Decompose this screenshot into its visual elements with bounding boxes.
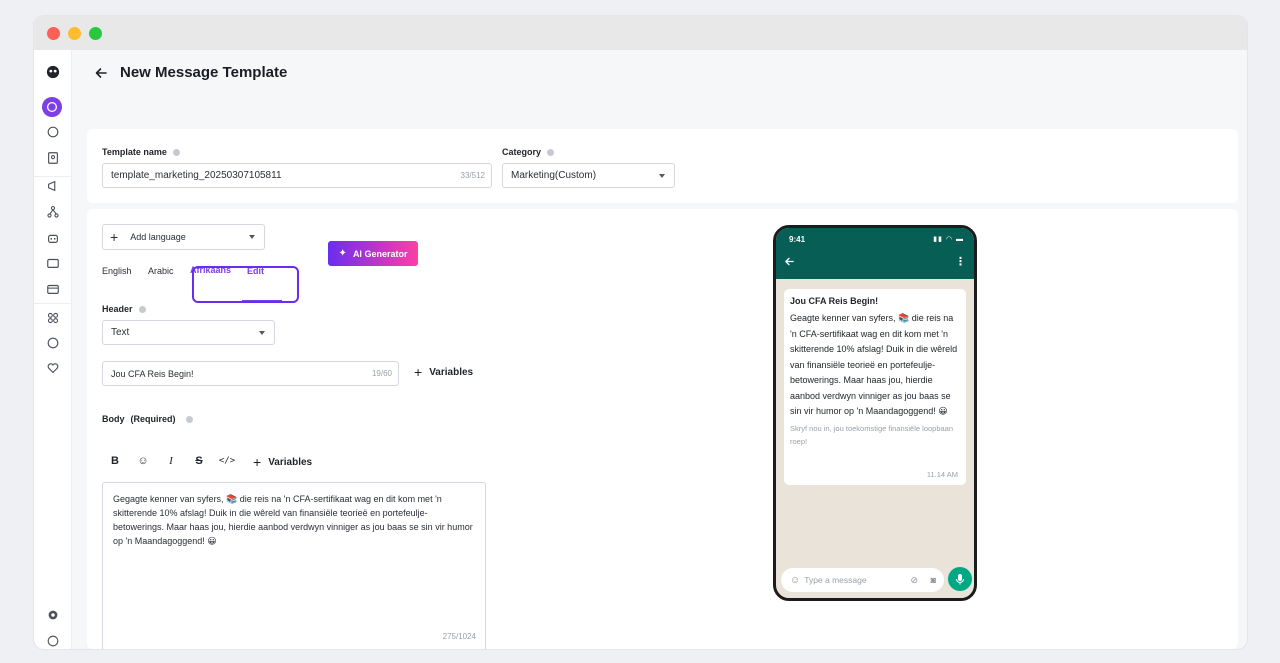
header-label: Header bbox=[102, 304, 146, 314]
category-label: Category bbox=[502, 147, 555, 157]
italic-icon[interactable]: I bbox=[164, 454, 178, 468]
close-window-button[interactable] bbox=[47, 27, 60, 40]
template-name-label: Template name bbox=[102, 147, 180, 157]
header-variables-button[interactable]: + Variables bbox=[414, 364, 473, 380]
chevron-down-icon bbox=[659, 173, 665, 178]
tab-english[interactable]: English bbox=[102, 266, 132, 276]
body-text: Gegagte kenner van syfers, 📚 die reis na… bbox=[113, 494, 473, 546]
chat-icon[interactable] bbox=[41, 120, 65, 144]
composer-placeholder: Type a message bbox=[804, 575, 867, 585]
wallet-icon[interactable] bbox=[41, 277, 65, 301]
body-required-label: (Required) bbox=[130, 414, 176, 424]
logo-icon[interactable] bbox=[41, 60, 65, 84]
message-composer: ☺ Type a message ⊘ ◙ bbox=[781, 568, 944, 592]
megaphone-icon[interactable] bbox=[41, 174, 65, 198]
tab-highlight-box bbox=[192, 266, 299, 303]
header-type-select[interactable]: Text bbox=[102, 320, 275, 345]
whatsapp-preview-phone: 9:41 ▮▮ ◠ ▬ ⋮ Jou CFA Reis Begin! Geagte… bbox=[773, 225, 977, 601]
flow-icon[interactable] bbox=[41, 200, 65, 224]
back-arrow-icon bbox=[785, 257, 794, 266]
message-title: Jou CFA Reis Begin! bbox=[790, 296, 879, 306]
add-language-select[interactable]: + Add language bbox=[102, 224, 265, 250]
chevron-down-icon bbox=[259, 330, 265, 335]
contacts-icon[interactable] bbox=[41, 146, 65, 170]
attachment-icon: ⊘ bbox=[910, 574, 918, 585]
plus-icon: + bbox=[414, 364, 423, 380]
plus-icon: + bbox=[110, 229, 119, 245]
template-name-counter: 33/512 bbox=[460, 171, 485, 180]
strikethrough-icon[interactable]: S bbox=[192, 454, 206, 468]
sidebar-divider bbox=[34, 303, 72, 304]
page-title: New Message Template bbox=[120, 64, 288, 81]
maximize-window-button[interactable] bbox=[89, 27, 102, 40]
heart-icon[interactable] bbox=[41, 356, 65, 380]
app-window: New Message Template Template name templ… bbox=[34, 16, 1247, 649]
ai-generator-button[interactable]: ✦ AI Generator bbox=[328, 241, 418, 266]
bold-icon[interactable]: B bbox=[108, 454, 122, 468]
plus-icon: + bbox=[253, 454, 262, 470]
template-meta-card: Template name template_marketing_2025030… bbox=[87, 129, 1238, 203]
header-variables-label: Variables bbox=[429, 366, 474, 378]
sparkle-icon: ✦ bbox=[338, 248, 347, 259]
tab-arabic[interactable]: Arabic bbox=[148, 266, 174, 276]
message-body: Geagte kenner van syfers, 📚 die reis na … bbox=[790, 313, 958, 416]
emoji-icon: ☺ bbox=[790, 574, 801, 586]
api-icon[interactable] bbox=[41, 331, 65, 355]
body-variables-button[interactable]: + Variables bbox=[253, 454, 312, 470]
minimize-window-button[interactable] bbox=[68, 27, 81, 40]
bot-icon[interactable] bbox=[41, 226, 65, 250]
body-label: Body (Required) bbox=[102, 414, 193, 424]
window-titlebar bbox=[34, 16, 1247, 50]
help-icon[interactable] bbox=[185, 415, 193, 423]
more-vertical-icon: ⋮ bbox=[955, 256, 966, 268]
apps-icon[interactable] bbox=[41, 306, 65, 330]
header-text-counter: 19/60 bbox=[371, 369, 392, 378]
message-bubble: Jou CFA Reis Begin! Geagte kenner van sy… bbox=[784, 289, 966, 485]
ai-generator-label: AI Generator bbox=[352, 248, 408, 259]
whatsapp-icon[interactable] bbox=[42, 97, 62, 117]
camera-icon: ◙ bbox=[930, 575, 936, 585]
template-editor-card: + Add language ✦ AI Generator English Ar… bbox=[87, 209, 1238, 649]
body-textarea[interactable]: Gegagte kenner van syfers, 📚 die reis na… bbox=[102, 482, 486, 649]
message-footer: Skryf nou in, jou toekomstige finansiële… bbox=[790, 423, 954, 447]
emoji-icon[interactable]: ☺ bbox=[136, 454, 150, 468]
add-language-label: Add language bbox=[130, 232, 186, 242]
phone-clock: 9:41 bbox=[789, 235, 806, 244]
ads-icon[interactable] bbox=[41, 251, 65, 275]
code-icon[interactable]: </> bbox=[219, 454, 235, 468]
header-text-input[interactable]: Jou CFA Reis Begin! 19/60 bbox=[102, 361, 399, 386]
whatsapp-header: 9:41 ▮▮ ◠ ▬ ⋮ bbox=[776, 228, 974, 279]
page-header: New Message Template bbox=[94, 64, 287, 81]
help-icon[interactable] bbox=[547, 148, 555, 156]
chevron-down-icon bbox=[249, 235, 255, 239]
settings-icon[interactable] bbox=[41, 603, 65, 627]
message-timestamp: 11.14 AM bbox=[926, 470, 958, 479]
back-arrow-icon[interactable] bbox=[94, 66, 108, 80]
template-name-input[interactable]: template_marketing_20250307105811 33/512 bbox=[102, 163, 492, 188]
user-avatar-icon[interactable] bbox=[41, 629, 65, 649]
body-variables-label: Variables bbox=[268, 456, 313, 468]
microphone-icon bbox=[948, 567, 972, 591]
header-type-value: Text bbox=[111, 327, 130, 338]
template-name-value: template_marketing_20250307105811 bbox=[111, 170, 282, 181]
category-value: Marketing(Custom) bbox=[511, 170, 597, 181]
header-text-value: Jou CFA Reis Begin! bbox=[111, 368, 194, 379]
body-counter: 275/1024 bbox=[442, 632, 476, 641]
sidebar bbox=[34, 50, 72, 649]
help-icon[interactable] bbox=[138, 305, 146, 313]
signal-battery-icon: ▮▮ ◠ ▬ bbox=[933, 236, 964, 243]
help-icon[interactable] bbox=[172, 148, 180, 156]
category-select[interactable]: Marketing(Custom) bbox=[502, 163, 675, 188]
